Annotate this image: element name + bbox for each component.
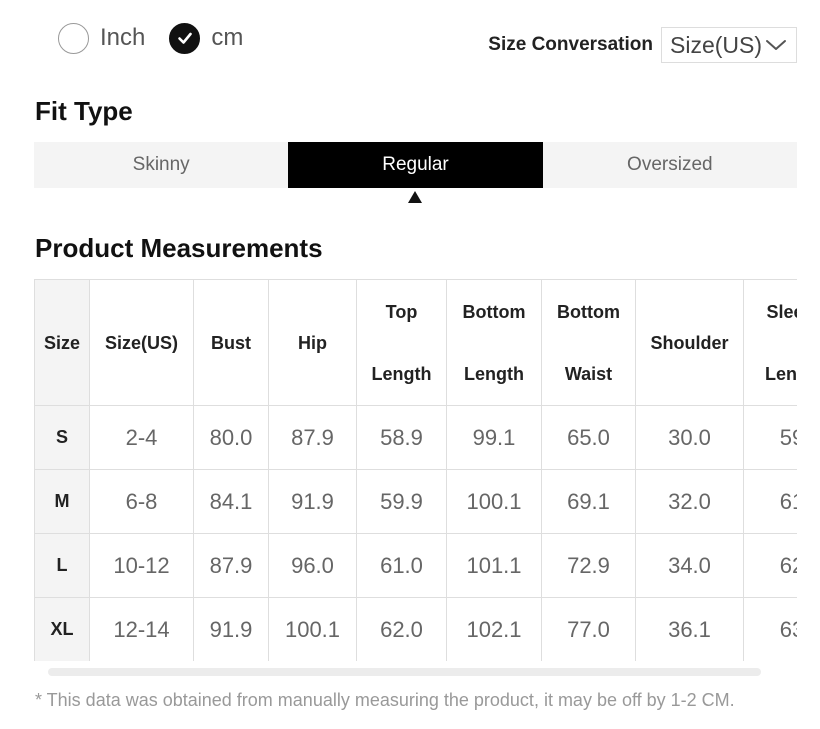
- table-cell: 61.0: [356, 533, 447, 598]
- table-cell: 72.9: [541, 533, 636, 598]
- header-top-length: Top Length: [356, 279, 447, 406]
- table-cell: 91.9: [268, 469, 357, 534]
- table-cell: 99.1: [446, 405, 542, 470]
- table-cell: 87.9: [268, 405, 357, 470]
- table-cell: 2-4: [89, 405, 194, 470]
- table-cell: 96.0: [268, 533, 357, 598]
- radio-unchecked-icon[interactable]: [58, 22, 89, 54]
- table-cell: XL: [34, 597, 90, 661]
- table-cell: 34.0: [635, 533, 744, 598]
- table-cell: S: [34, 405, 90, 470]
- table-cell: 100.1: [268, 597, 357, 661]
- header-hip: Hip: [268, 279, 357, 406]
- fit-type-title: Fit Type: [35, 96, 133, 126]
- header-bottom-length: Bottom Length: [446, 279, 542, 406]
- tab-oversized[interactable]: Oversized: [543, 142, 797, 188]
- product-measurements-title: Product Measurements: [35, 233, 323, 263]
- table-cell: 6-8: [89, 469, 194, 534]
- table-cell: 58.9: [356, 405, 447, 470]
- table-cell: 12-14: [89, 597, 194, 661]
- unit-toggle: Inch cm: [58, 20, 267, 56]
- header-bust: Bust: [193, 279, 269, 406]
- table-cell: M: [34, 469, 90, 534]
- table-cell: 77.0: [541, 597, 636, 661]
- fit-type-tabs: Skinny Regular Oversized: [34, 142, 797, 188]
- table-cell: 100.1: [446, 469, 542, 534]
- cm-label: cm: [211, 24, 244, 51]
- table-cell: 32.0: [635, 469, 744, 534]
- measurements-table: Size Size(US) Bust Hip Top Length Bottom L…: [34, 279, 797, 661]
- size-conversation-label: Size Conversation: [488, 34, 653, 55]
- tab-regular[interactable]: Regular: [288, 142, 543, 188]
- table-header-row: Size Size(US) Bust Hip Top Length Bottom L…: [34, 279, 797, 406]
- size-conversation: Size Conversation Size(US): [488, 27, 797, 63]
- triangle-up-icon: [408, 191, 422, 203]
- table-cell: 101.1: [446, 533, 542, 598]
- table-row: S 2-4 80.0 87.9 58.9 99.1 65.0 30.0 59.: [34, 405, 797, 470]
- table-cell: 87.9: [193, 533, 269, 598]
- table-cell: 61.: [743, 469, 797, 534]
- header-bottom-waist: Bottom Waist: [541, 279, 636, 406]
- table-cell: 84.1: [193, 469, 269, 534]
- table-row: L 10-12 87.9 96.0 61.0 101.1 72.9 34.0 6…: [34, 533, 797, 598]
- table-cell: 62.: [743, 533, 797, 598]
- table-cell: 102.1: [446, 597, 542, 661]
- checkmark-icon[interactable]: [169, 22, 201, 54]
- header-size-us: Size(US): [89, 279, 194, 406]
- size-conversation-value: Size(US): [670, 31, 763, 58]
- horizontal-scrollbar[interactable]: [48, 668, 761, 676]
- table-cell: 62.0: [356, 597, 447, 661]
- header-size: Size: [34, 279, 90, 406]
- table-cell: L: [34, 533, 90, 598]
- tab-skinny[interactable]: Skinny: [34, 142, 288, 188]
- chevron-down-icon: [766, 40, 786, 50]
- table-row: M 6-8 84.1 91.9 59.9 100.1 69.1 32.0 61.: [34, 469, 797, 534]
- table-cell: 65.0: [541, 405, 636, 470]
- table-cell: 59.: [743, 405, 797, 470]
- table-cell: 80.0: [193, 405, 269, 470]
- cm-radio[interactable]: cm: [169, 22, 244, 54]
- table-cell: 91.9: [193, 597, 269, 661]
- inch-radio[interactable]: Inch: [58, 22, 146, 54]
- header-shoulder: Shoulder: [635, 279, 744, 406]
- size-conversation-select[interactable]: Size(US): [661, 27, 797, 63]
- table-cell: 30.0: [635, 405, 744, 470]
- header-sleeve-length: SleeveLength: [743, 279, 797, 406]
- measurement-note: * This data was obtained from manually m…: [35, 690, 735, 710]
- table-cell: 69.1: [541, 469, 636, 534]
- table-cell: 10-12: [89, 533, 194, 598]
- inch-label: Inch: [100, 24, 146, 51]
- table-cell: 59.9: [356, 469, 447, 534]
- table-row: XL 12-14 91.9 100.1 62.0 102.1 77.0 36.1…: [34, 597, 797, 661]
- table-cell: 63.: [743, 597, 797, 661]
- table-cell: 36.1: [635, 597, 744, 661]
- measurements-table-scroll[interactable]: Size Size(US) Bust Hip Top Length Bottom L…: [34, 279, 797, 661]
